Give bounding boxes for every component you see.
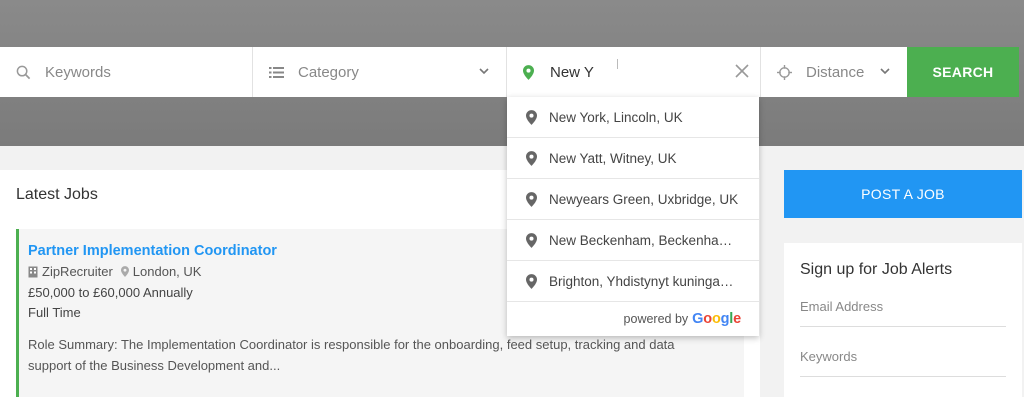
search-button[interactable]: SEARCH [907, 47, 1019, 97]
autocomplete-item[interactable]: Newyears Green, Uxbridge, UK [507, 179, 759, 220]
autocomplete-item[interactable]: New Beckenham, Beckenham, … [507, 220, 759, 261]
autocomplete-item[interactable]: Brighton, Yhdistynyt kuningask… [507, 261, 759, 302]
location-input[interactable]: New Y [550, 64, 594, 81]
search-icon [16, 65, 31, 79]
job-location-label: London, UK [132, 264, 202, 279]
map-pin-icon [526, 232, 537, 248]
job-location: London, UK [120, 264, 202, 279]
map-pin-icon [526, 109, 537, 125]
crosshair-icon [777, 64, 792, 80]
autocomplete-item-label: New Yatt, Witney, UK [549, 150, 677, 166]
powered-by-text: powered by [623, 312, 689, 326]
autocomplete-item-label: New York, Lincoln, UK [549, 109, 683, 125]
text-cursor [617, 59, 618, 69]
google-logo: Google [692, 311, 741, 327]
job-alerts-panel: Sign up for Job Alerts Email Address Key… [784, 243, 1022, 397]
distance-label: Distance [806, 63, 865, 81]
job-alerts-title: Sign up for Job Alerts [800, 261, 953, 278]
job-summary: Role Summary: The Implementation Coordin… [28, 337, 675, 373]
job-company: ZipRecruiter [42, 264, 113, 279]
alert-keywords-field[interactable]: Keywords [800, 349, 1006, 377]
email-field[interactable]: Email Address [800, 299, 1006, 327]
map-pin-icon [526, 191, 537, 207]
category-label: Category [298, 63, 359, 81]
chevron-down-icon [880, 68, 890, 75]
list-icon [269, 66, 284, 78]
location-field[interactable]: New Y [507, 47, 761, 97]
autocomplete-item-label: New Beckenham, Beckenham, … [549, 232, 739, 248]
distance-select[interactable]: Distance [761, 47, 907, 97]
building-icon [28, 266, 38, 277]
location-autocomplete: New York, Lincoln, UK New Yatt, Witney, … [507, 97, 759, 336]
autocomplete-item[interactable]: New Yatt, Witney, UK [507, 138, 759, 179]
search-bar: Keywords Category New Y Distance SEARCH [0, 47, 1019, 97]
keywords-field[interactable]: Keywords [0, 47, 253, 97]
map-pin-icon [526, 273, 537, 289]
autocomplete-item-label: Newyears Green, Uxbridge, UK [549, 191, 739, 207]
chevron-down-icon [479, 68, 489, 75]
post-a-job-button[interactable]: POST A JOB [784, 170, 1022, 218]
autocomplete-item[interactable]: New York, Lincoln, UK [507, 97, 759, 138]
map-pin-icon [526, 150, 537, 166]
map-pin-icon [120, 266, 129, 277]
close-icon[interactable] [734, 63, 750, 79]
keywords-input[interactable]: Keywords [45, 64, 111, 81]
autocomplete-item-label: Brighton, Yhdistynyt kuningask… [549, 273, 739, 289]
powered-by-google: powered by Google [507, 302, 759, 336]
latest-jobs-heading: Latest Jobs [16, 186, 98, 203]
category-select[interactable]: Category [253, 47, 507, 97]
map-pin-icon [523, 64, 534, 80]
